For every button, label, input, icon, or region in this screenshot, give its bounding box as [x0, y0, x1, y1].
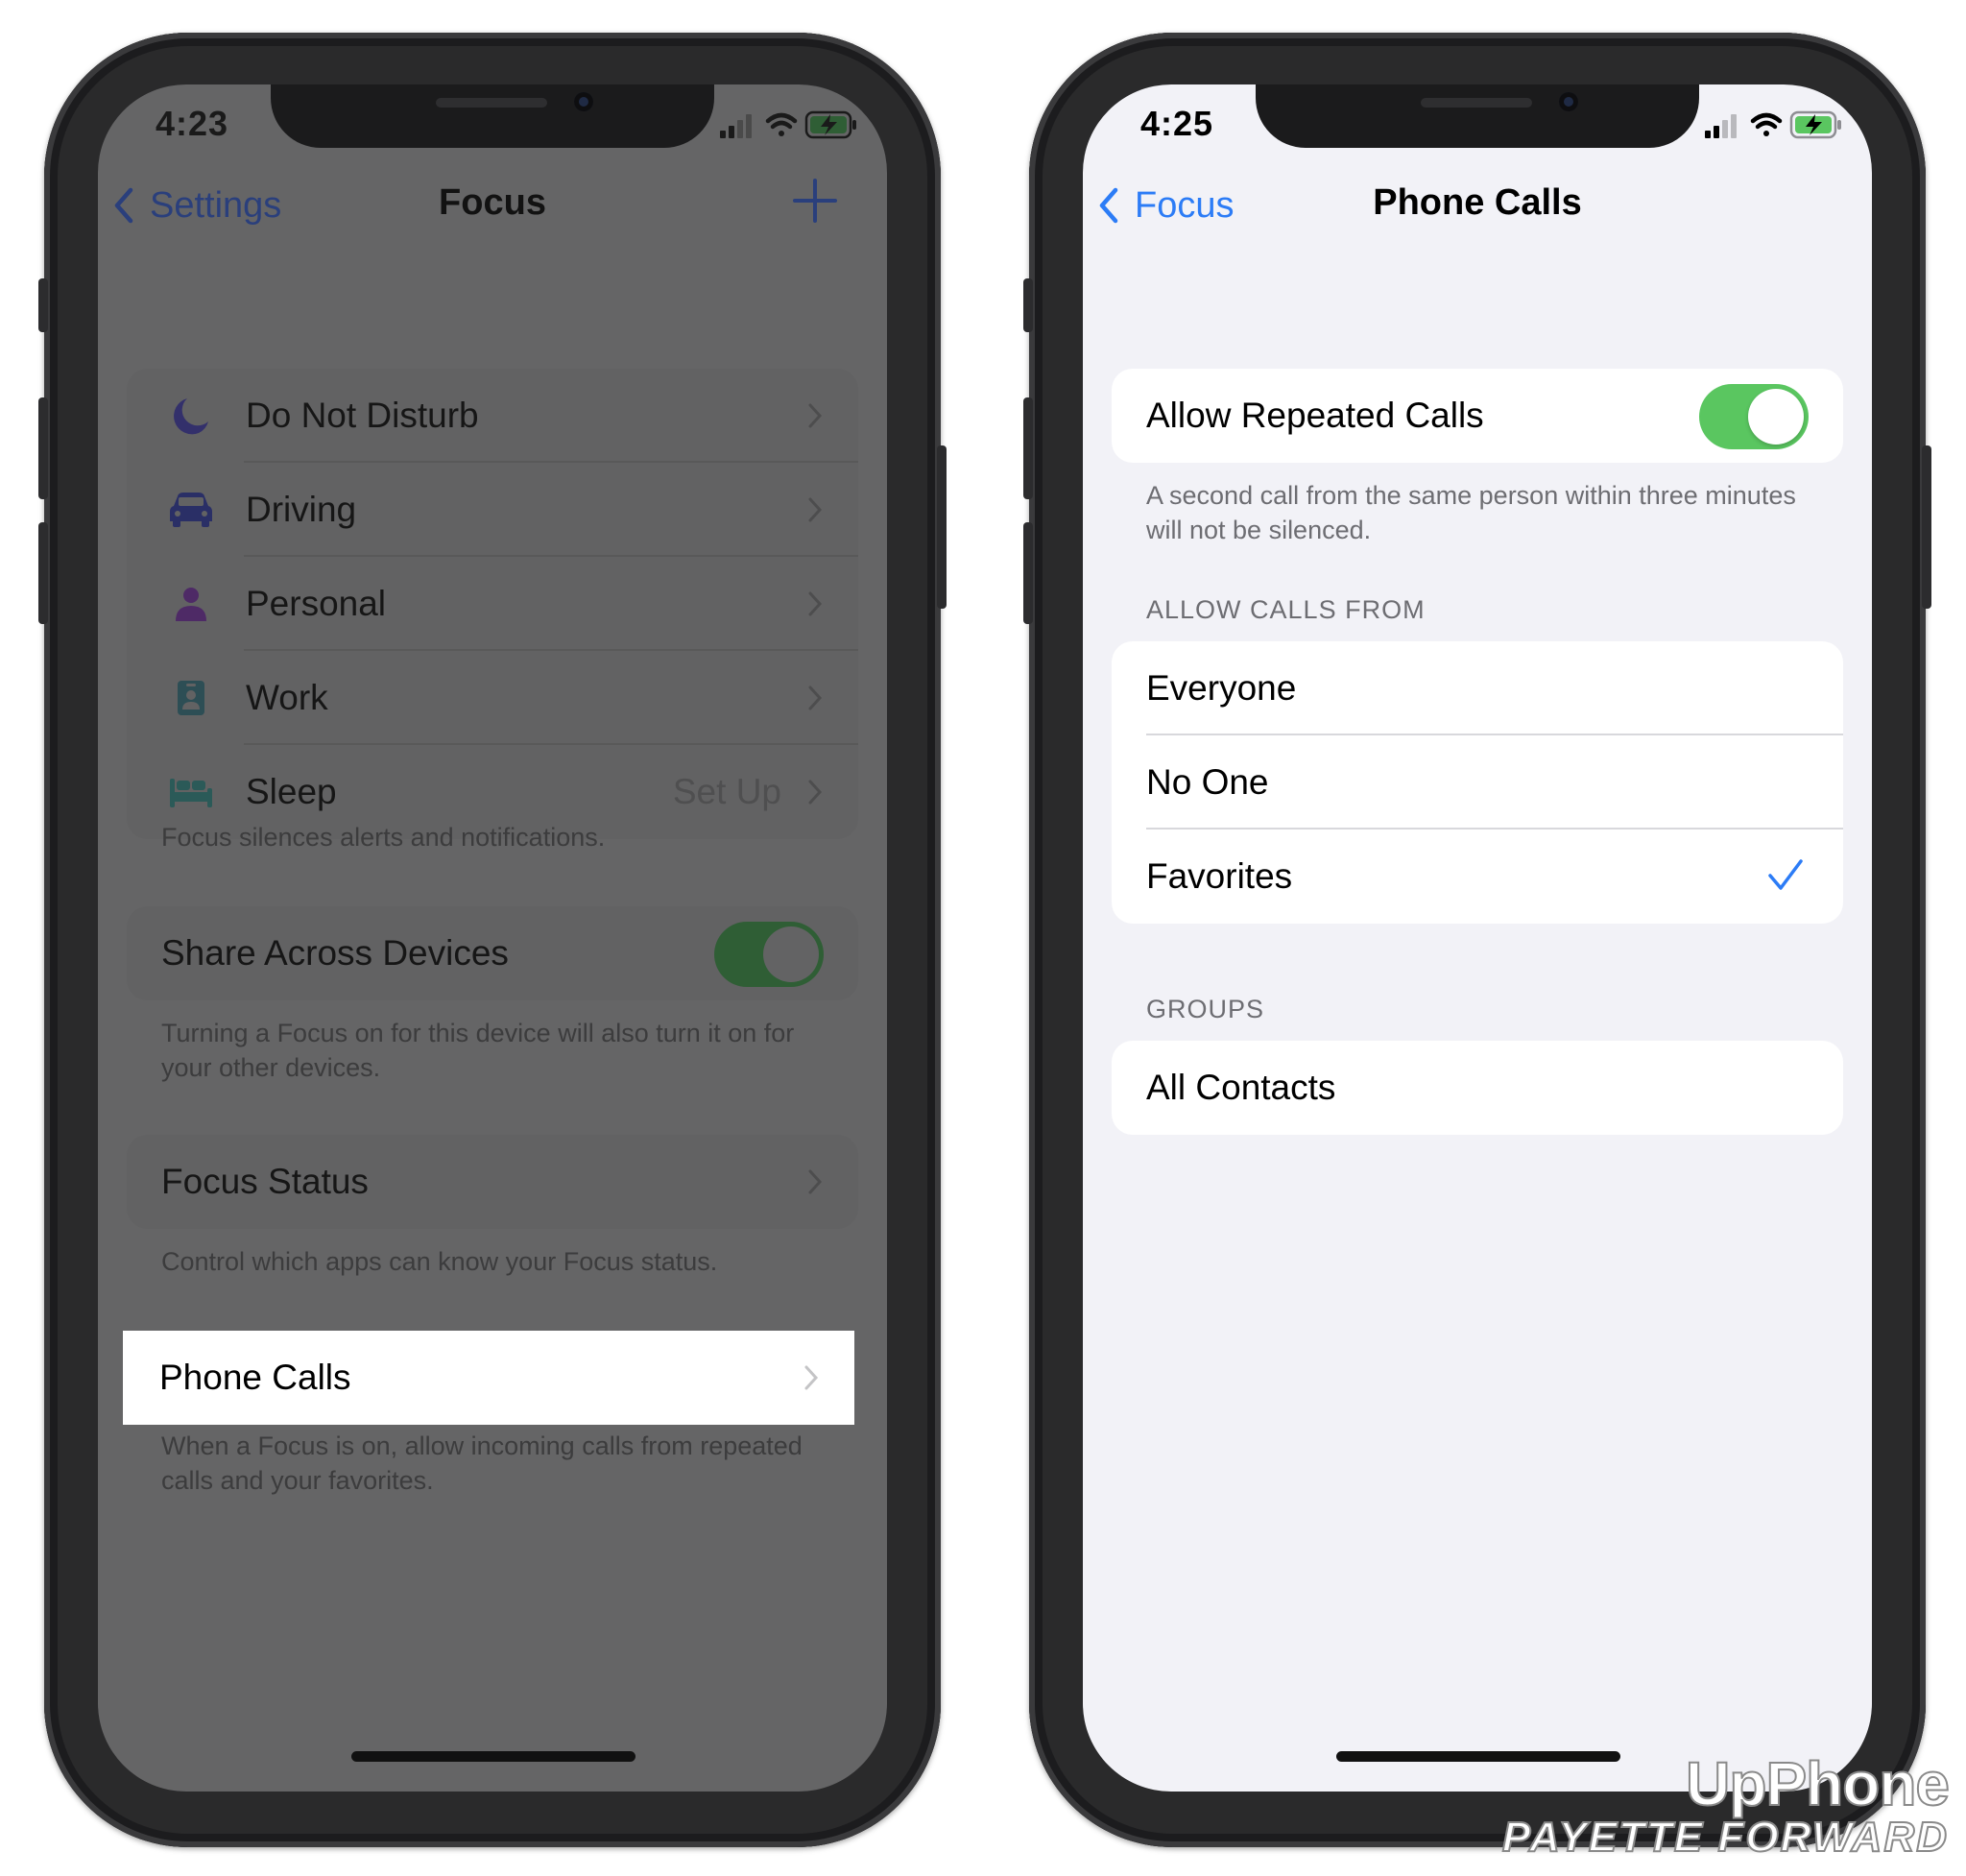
focus-item-label: Do Not Disturb [246, 396, 479, 435]
car-icon [170, 493, 212, 527]
speaker [1421, 98, 1532, 108]
watermark-upphone: UpPhone [1685, 1749, 1951, 1818]
chevron-right-icon [808, 591, 823, 616]
focus-item-personal[interactable]: Personal [127, 557, 858, 651]
allow-repeated-calls-toggle[interactable] [1699, 384, 1809, 449]
plus-icon [793, 179, 837, 223]
volume-down-button [38, 522, 48, 624]
chevron-right-icon [808, 497, 823, 522]
share-across-devices-row: Share Across Devices [127, 906, 858, 1000]
focus-item-label: Work [246, 678, 328, 717]
left-screen: 4:23 Settings Focus Do Not Disturb Drivi… [98, 84, 887, 1792]
chevron-right-icon [808, 780, 823, 805]
focus-status-row[interactable]: Focus Status [127, 1135, 858, 1229]
bed-icon [170, 779, 212, 807]
badge-icon [178, 681, 204, 715]
checkmark-icon [1768, 859, 1803, 890]
left-phone: 4:23 Settings Focus Do Not Disturb Drivi… [38, 33, 947, 1847]
cellular-signal-icon [1705, 114, 1737, 138]
watermark-payette-forward: PAYETTE FORWARD [1501, 1814, 1949, 1862]
volume-up-button [38, 397, 48, 499]
option-label: No One [1146, 762, 1269, 802]
group-label: All Contacts [1146, 1068, 1336, 1107]
toggle-knob [763, 926, 819, 982]
phone-calls-label: Phone Calls [159, 1358, 351, 1397]
focus-item-driving[interactable]: Driving [127, 463, 858, 557]
focus-item-do-not-disturb[interactable]: Do Not Disturb [127, 369, 858, 463]
share-footer: Turning a Focus on for this device will … [161, 1019, 795, 1082]
focus-item-label: Driving [246, 490, 357, 529]
focus-status-label: Focus Status [161, 1162, 369, 1201]
mute-switch [1023, 278, 1033, 332]
toggle-knob [1748, 389, 1804, 445]
focus-footer: Focus silences alerts and notifications. [161, 823, 606, 852]
phone-calls-footer: When a Focus is on, allow incoming calls… [161, 1431, 803, 1495]
chevron-right-icon [804, 1365, 819, 1390]
focus-status-group: Focus Status [127, 1135, 858, 1229]
speaker [436, 98, 547, 108]
page-title: Phone Calls [1373, 182, 1582, 223]
battery-charging-icon [1789, 110, 1841, 139]
allow-repeated-calls-label: Allow Repeated Calls [1146, 396, 1484, 435]
share-across-devices-label: Share Across Devices [161, 933, 509, 973]
right-screen: 4:25 Focus Phone Calls Allow Repeated Ca… [1083, 84, 1872, 1792]
group-all-contacts[interactable]: All Contacts [1112, 1041, 1843, 1135]
status-icons [720, 110, 856, 139]
focus-item-label: Personal [246, 584, 387, 623]
add-focus-button[interactable] [791, 177, 839, 225]
status-icons [1705, 110, 1841, 139]
sleep-setup-detail: Set Up [672, 772, 781, 811]
page-title: Focus [439, 182, 546, 223]
option-label: Everyone [1146, 668, 1297, 708]
focus-item-work[interactable]: Work [127, 651, 858, 745]
person-icon [176, 588, 206, 621]
side-button [1922, 445, 1931, 609]
phone-calls-row[interactable]: Phone Calls [123, 1331, 854, 1425]
notch [1256, 84, 1699, 148]
allow-calls-from-header: ALLOW CALLS FROM [1146, 595, 1426, 624]
cellular-signal-icon [720, 114, 752, 138]
side-button [937, 445, 947, 609]
wifi-icon [765, 112, 798, 136]
groups-list: All Contacts [1112, 1041, 1843, 1135]
option-everyone[interactable]: Everyone [1112, 641, 1843, 735]
status-time: 4:25 [1140, 104, 1214, 143]
volume-down-button [1023, 522, 1033, 624]
camera [1559, 92, 1578, 111]
focus-status-footer: Control which apps can know your Focus s… [161, 1247, 718, 1276]
chevron-right-icon [808, 685, 823, 710]
chevron-right-icon [808, 403, 823, 428]
volume-up-button [1023, 397, 1033, 499]
wifi-icon [1750, 112, 1783, 136]
focus-item-label: Sleep [246, 772, 337, 811]
option-favorites[interactable]: Favorites [1112, 830, 1843, 924]
watermark: UpPhone PAYETTE FORWARD [1501, 1749, 1951, 1862]
groups-header: GROUPS [1146, 995, 1265, 1023]
allow-repeated-calls-row: Allow Repeated Calls [1112, 369, 1843, 463]
status-time: 4:23 [156, 104, 229, 143]
mute-switch [38, 278, 48, 332]
focus-modes-list: Do Not Disturb Driving Personal Work Sle… [127, 369, 858, 839]
camera [574, 92, 593, 111]
moon-icon [174, 398, 208, 435]
allow-calls-from-list: Everyone No One Favorites [1112, 641, 1843, 924]
battery-charging-icon [804, 110, 856, 139]
right-phone: 4:25 Focus Phone Calls Allow Repeated Ca… [1023, 33, 1931, 1847]
chevron-right-icon [808, 1169, 823, 1194]
home-indicator[interactable] [351, 1751, 635, 1762]
share-across-devices-toggle[interactable] [714, 922, 824, 987]
notch [271, 84, 714, 148]
repeated-calls-footer: A second call from the same person withi… [1146, 481, 1796, 544]
share-across-devices-group: Share Across Devices [127, 906, 858, 1000]
option-label: Favorites [1146, 856, 1293, 896]
option-no-one[interactable]: No One [1112, 735, 1843, 830]
allow-repeated-calls-group: Allow Repeated Calls [1112, 369, 1843, 463]
